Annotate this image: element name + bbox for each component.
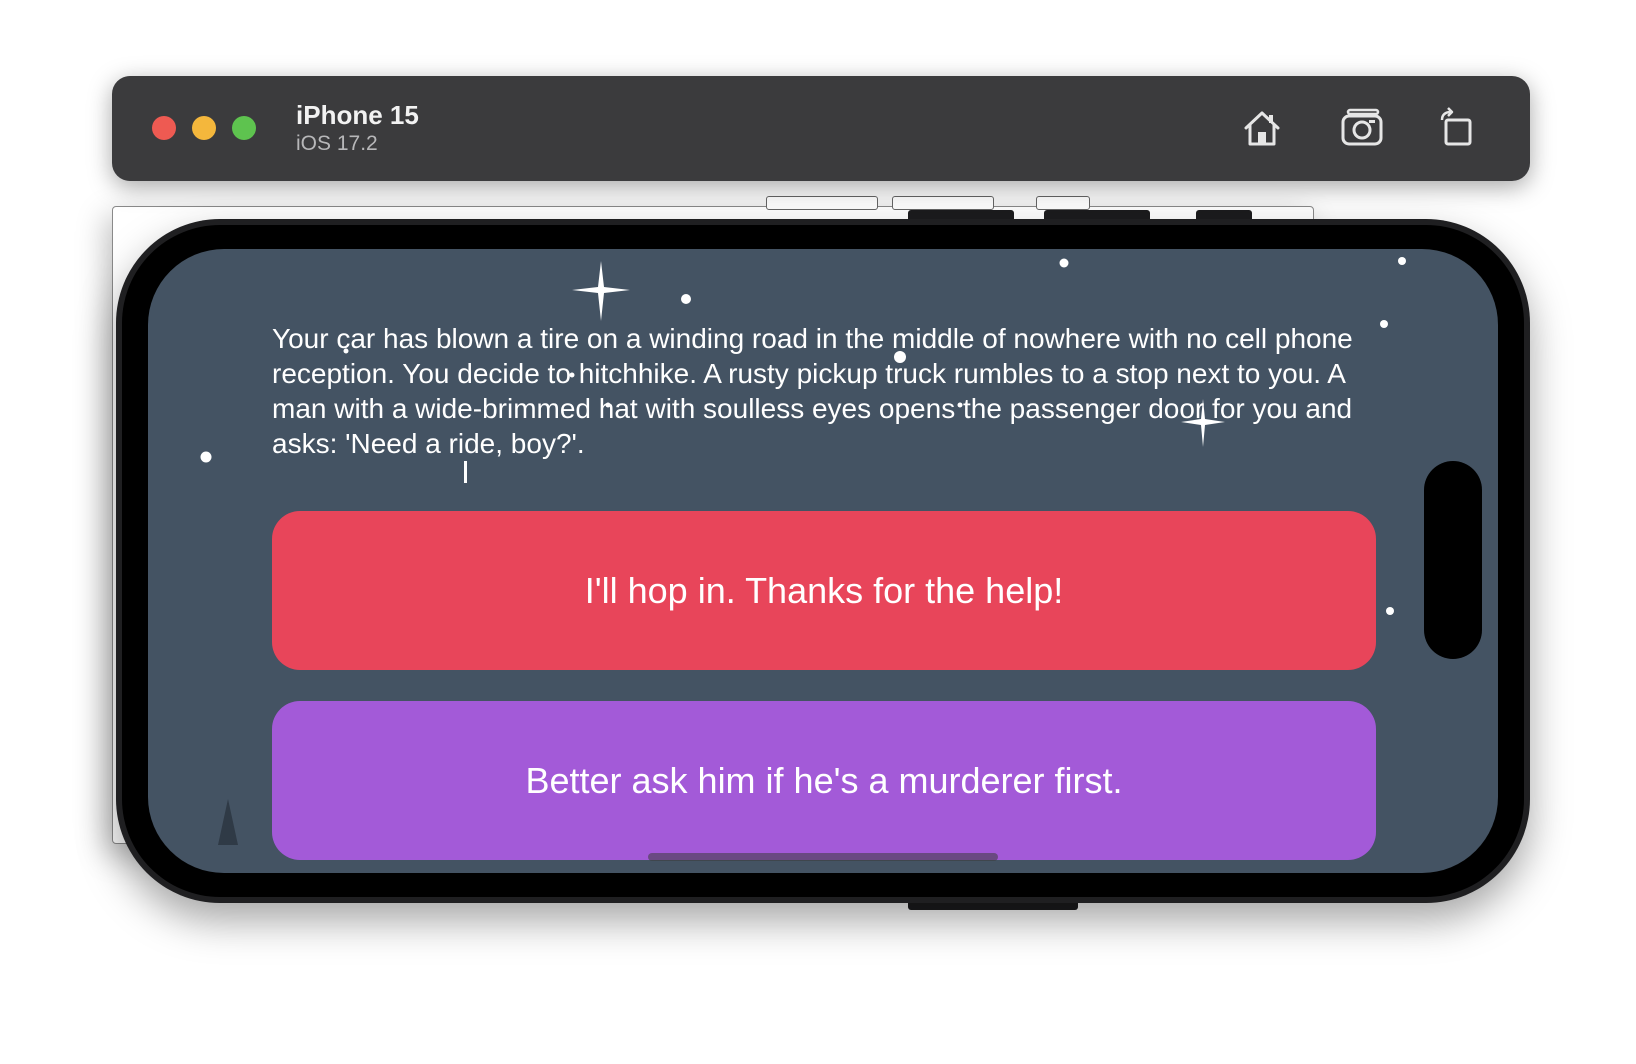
hardware-button bbox=[1036, 196, 1090, 210]
hardware-button bbox=[766, 196, 878, 210]
close-window-button[interactable] bbox=[152, 116, 176, 140]
simulator-stage: iPhone 15 iOS 17.2 Your car has blown a … bbox=[0, 0, 1636, 1064]
home-button[interactable] bbox=[1238, 104, 1286, 152]
device-name: iPhone 15 bbox=[296, 100, 419, 130]
star-dot bbox=[1398, 257, 1406, 265]
star-dot bbox=[1059, 258, 1069, 268]
star-dot bbox=[464, 461, 467, 483]
story-text: Your car has blown a tire on a winding r… bbox=[272, 323, 1353, 459]
os-version: iOS 17.2 bbox=[296, 132, 378, 155]
home-icon bbox=[1244, 111, 1280, 146]
star-dot bbox=[681, 294, 691, 304]
app-screen: Your car has blown a tire on a winding r… bbox=[148, 249, 1498, 873]
rotate-button[interactable] bbox=[1432, 104, 1480, 152]
rotate-icon bbox=[1440, 107, 1472, 146]
screenshot-camera-icon bbox=[1341, 108, 1383, 146]
minimize-window-button[interactable] bbox=[192, 116, 216, 140]
sparkle-star bbox=[572, 261, 630, 321]
mountain-shape bbox=[218, 799, 238, 845]
home-indicator[interactable] bbox=[648, 853, 998, 861]
dynamic-island bbox=[1424, 461, 1482, 659]
iphone-device-frame: Your car has blown a tire on a winding r… bbox=[116, 219, 1530, 903]
simulator-title-bar: iPhone 15 iOS 17.2 bbox=[112, 76, 1530, 181]
choice-button-ask-murderer[interactable]: Better ask him if he's a murderer first. bbox=[272, 701, 1376, 860]
hardware-button bbox=[892, 196, 994, 210]
star-dot bbox=[1386, 607, 1394, 615]
star-dot bbox=[200, 451, 212, 463]
choice-button-hop-in[interactable]: I'll hop in. Thanks for the help! bbox=[272, 511, 1376, 670]
zoom-window-button[interactable] bbox=[232, 116, 256, 140]
screenshot-button[interactable] bbox=[1338, 104, 1386, 152]
